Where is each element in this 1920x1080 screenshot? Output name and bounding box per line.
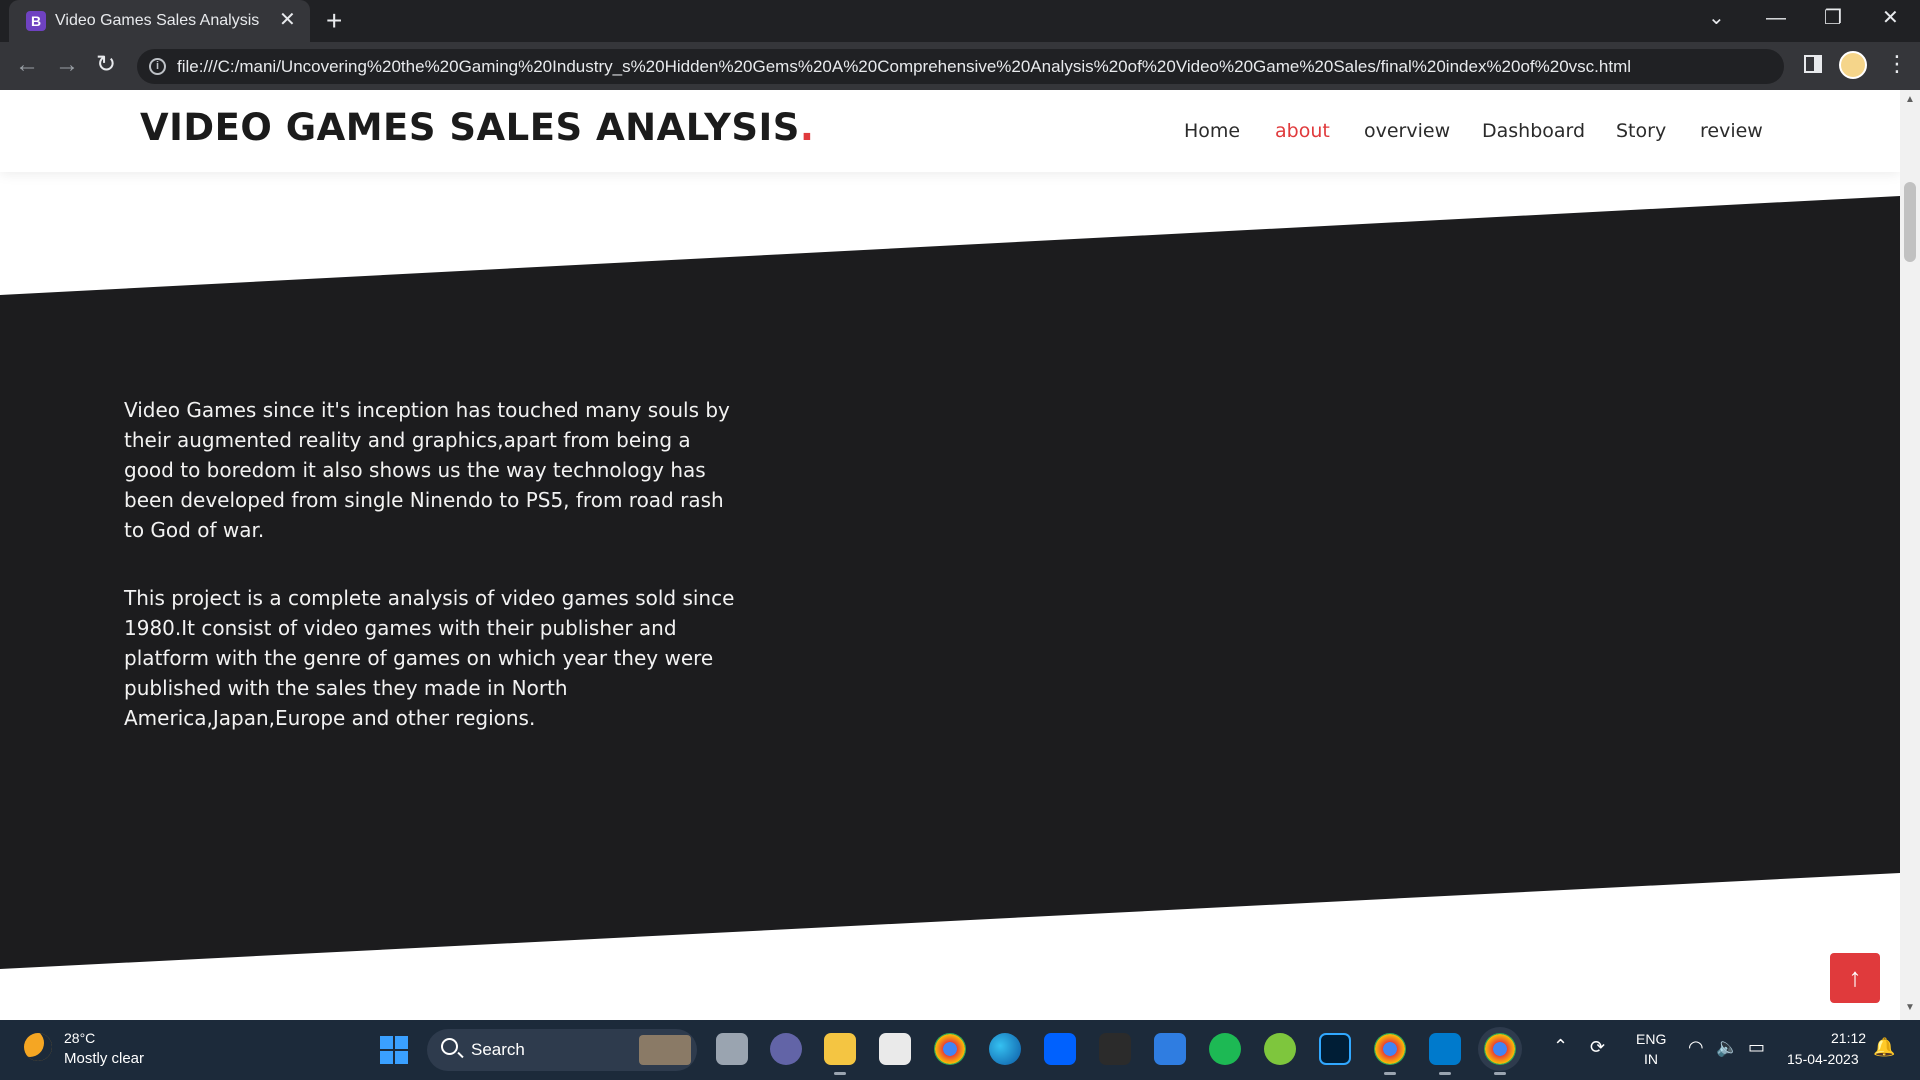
tab-search-chevron-icon[interactable]: ⌄ xyxy=(1708,6,1725,30)
tray-overflow-chevron-icon[interactable]: ⌃ xyxy=(1553,1036,1568,1057)
arrow-up-icon: ↑ xyxy=(1848,962,1862,992)
windows-start-icon[interactable] xyxy=(380,1036,408,1064)
region-indicator[interactable]: IN xyxy=(1644,1051,1658,1067)
forward-arrow-icon[interactable]: → xyxy=(55,51,79,79)
address-bar[interactable]: i file:///C:/mani/Uncovering%20the%20Gam… xyxy=(137,49,1784,84)
logo-text: VIDEO GAMES SALES ANALYSIS xyxy=(140,106,800,149)
tab-favicon-icon: B xyxy=(26,11,46,31)
clock-time[interactable]: 21:12 xyxy=(1831,1030,1866,1046)
back-to-top-button[interactable]: ↑ xyxy=(1830,953,1880,1003)
nav-review[interactable]: review xyxy=(1700,120,1763,142)
search-label: Search xyxy=(471,1040,525,1059)
language-indicator[interactable]: ENG xyxy=(1636,1031,1666,1047)
weather-condition[interactable]: Mostly clear xyxy=(64,1050,144,1067)
nav-overview[interactable]: overview xyxy=(1364,120,1450,142)
browser-tab-strip: B Video Games Sales Analysis ✕ + ⌄ — ❐ ✕ xyxy=(0,0,1920,42)
chrome-profile-icon[interactable] xyxy=(1374,1033,1406,1075)
minimize-icon[interactable]: — xyxy=(1766,6,1786,30)
file-explorer-icon[interactable] xyxy=(824,1033,856,1075)
chrome-icon[interactable] xyxy=(934,1033,966,1065)
tab-close-icon[interactable]: ✕ xyxy=(279,9,296,31)
site-header: VIDEO GAMES SALES ANALYSIS. Home about o… xyxy=(0,90,1900,172)
weather-temperature[interactable]: 28°C xyxy=(64,1030,95,1046)
scroll-down-arrow-icon[interactable]: ▼ xyxy=(1905,1002,1915,1013)
page-viewport: VIDEO GAMES SALES ANALYSIS. Home about o… xyxy=(0,90,1900,1020)
logo-dot: . xyxy=(799,106,815,149)
nav-home[interactable]: Home xyxy=(1184,120,1240,142)
site-logo[interactable]: VIDEO GAMES SALES ANALYSIS. xyxy=(140,106,814,149)
volume-icon[interactable]: 🔈 xyxy=(1716,1037,1738,1058)
restore-icon[interactable]: ❐ xyxy=(1824,6,1842,30)
taskbar: 28°C Mostly clear Search ⌃ ⟳ ENG IN ◠ 🔈 … xyxy=(0,1020,1920,1080)
vscode-icon[interactable] xyxy=(1429,1033,1461,1075)
about-paragraph-1: Video Games since it's inception has tou… xyxy=(124,398,730,542)
browser-toolbar: ← → ↻ i file:///C:/mani/Uncovering%20the… xyxy=(0,42,1920,90)
sync-icon[interactable]: ⟳ xyxy=(1590,1037,1605,1058)
browser-menu-icon[interactable]: ⋮ xyxy=(1886,51,1908,77)
browser-tab[interactable]: B Video Games Sales Analysis ✕ xyxy=(9,0,310,42)
side-panel-icon[interactable] xyxy=(1804,55,1822,73)
reload-icon[interactable]: ↻ xyxy=(96,51,116,79)
notification-bell-icon[interactable]: 🔔 xyxy=(1873,1037,1895,1058)
site-info-icon[interactable]: i xyxy=(149,58,166,75)
scroll-up-arrow-icon[interactable]: ▲ xyxy=(1905,94,1915,105)
photoshop-icon[interactable] xyxy=(1319,1033,1351,1065)
search-highlight-image xyxy=(639,1035,691,1065)
clock-date[interactable]: 15-04-2023 xyxy=(1787,1051,1859,1067)
microsoft-store-icon[interactable] xyxy=(879,1033,911,1065)
nav-story[interactable]: Story xyxy=(1616,120,1666,142)
window-close-icon[interactable]: ✕ xyxy=(1882,6,1899,30)
about-section-background xyxy=(0,196,1900,969)
taskbar-search[interactable]: Search xyxy=(427,1029,697,1071)
new-tab-button[interactable]: + xyxy=(326,6,342,36)
nav-dashboard[interactable]: Dashboard xyxy=(1482,120,1585,142)
spotify-icon[interactable] xyxy=(1209,1033,1241,1065)
back-arrow-icon[interactable]: ← xyxy=(15,51,39,79)
nav-about[interactable]: about xyxy=(1275,120,1330,142)
url-text[interactable]: file:///C:/mani/Uncovering%20the%20Gamin… xyxy=(177,57,1631,77)
about-paragraph-2: This project is a complete analysis of v… xyxy=(124,586,735,730)
chrome-active-icon[interactable] xyxy=(1484,1033,1516,1075)
page-scrollbar[interactable]: ▲ ▼ xyxy=(1900,90,1920,1020)
edge-icon[interactable] xyxy=(989,1033,1021,1065)
task-view-icon[interactable] xyxy=(716,1033,748,1065)
weather-moon-icon[interactable] xyxy=(24,1033,52,1061)
search-icon xyxy=(441,1038,458,1055)
tab-title: Video Games Sales Analysis xyxy=(55,12,260,29)
utorrent-icon[interactable] xyxy=(1264,1033,1296,1065)
app-s-icon[interactable] xyxy=(1099,1033,1131,1065)
dropbox-icon[interactable] xyxy=(1044,1033,1076,1065)
battery-icon[interactable]: ▭ xyxy=(1748,1037,1765,1058)
wifi-icon[interactable]: ◠ xyxy=(1688,1037,1704,1058)
teams-chat-icon[interactable] xyxy=(770,1033,802,1065)
profile-avatar[interactable] xyxy=(1839,51,1867,79)
mail-icon[interactable] xyxy=(1154,1033,1186,1065)
scroll-thumb[interactable] xyxy=(1904,182,1916,262)
